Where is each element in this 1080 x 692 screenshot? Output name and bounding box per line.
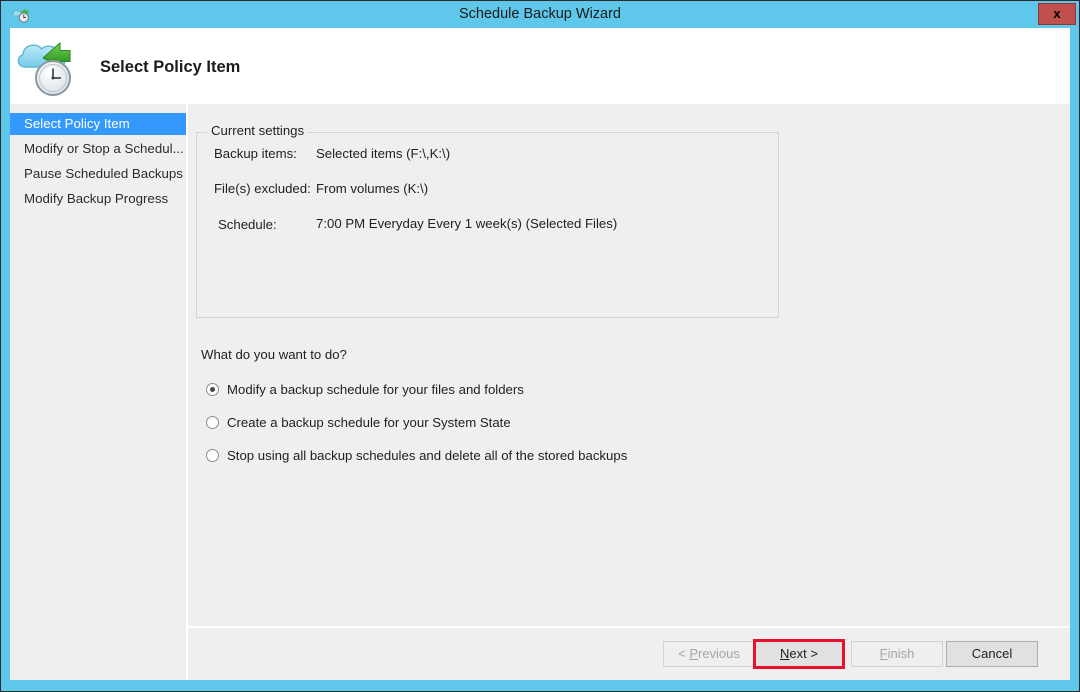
sidebar-separator — [186, 104, 188, 680]
radio-modify-backup-schedule-label: Modify a backup schedule for your files … — [227, 382, 524, 397]
close-button[interactable]: x — [1038, 3, 1076, 25]
previous-button: < Previous — [663, 641, 755, 667]
window-title: Schedule Backup Wizard — [459, 6, 621, 22]
files-excluded-label: File(s) excluded: — [214, 181, 311, 196]
title-bar: Schedule Backup Wizard x — [1, 1, 1079, 27]
cancel-button-label: Cancel — [971, 646, 1013, 661]
options-question: What do you want to do? — [201, 347, 347, 362]
backup-items-value: Selected items (F:\,K:\) — [316, 146, 451, 161]
current-settings-legend: Current settings — [207, 123, 309, 138]
cloud-backup-schedule-icon — [15, 33, 83, 99]
previous-button-label: < Previous — [678, 646, 740, 661]
sidebar-item-pause-scheduled[interactable]: Pause Scheduled Backups — [10, 163, 186, 185]
radio-stop-all-schedules-label: Stop using all backup schedules and dele… — [227, 448, 628, 463]
wizard-header: Select Policy Item — [10, 28, 1070, 104]
files-excluded-value: From volumes (K:\) — [316, 181, 429, 196]
radio-unselected-icon — [206, 449, 219, 462]
backup-items-label: Backup items: — [214, 146, 297, 161]
schedule-backup-wizard-window: Schedule Backup Wizard x Select Policy I… — [0, 0, 1080, 692]
sidebar-item-modify-or-stop[interactable]: Modify or Stop a Schedul... — [10, 138, 186, 160]
radio-create-system-state-label: Create a backup schedule for your System… — [227, 415, 511, 430]
radio-selected-icon — [206, 383, 219, 396]
page-title: Select Policy Item — [100, 58, 241, 76]
finish-button: Finish — [851, 641, 943, 667]
footer-separator — [188, 626, 1070, 628]
schedule-value: 7:00 PM Everyday Every 1 week(s) (Select… — [316, 216, 618, 231]
next-button-annotation-highlight — [753, 639, 845, 669]
schedule-label: Schedule: — [218, 217, 277, 232]
finish-button-label: Finish — [879, 646, 915, 661]
sidebar-item-modify-backup-progress[interactable]: Modify Backup Progress — [10, 188, 186, 210]
sidebar-item-select-policy-item[interactable]: Select Policy Item — [10, 113, 186, 135]
radio-unselected-icon — [206, 416, 219, 429]
cancel-button[interactable]: Cancel — [946, 641, 1038, 667]
wizard-sidebar: Select Policy Item Modify or Stop a Sche… — [10, 104, 186, 680]
